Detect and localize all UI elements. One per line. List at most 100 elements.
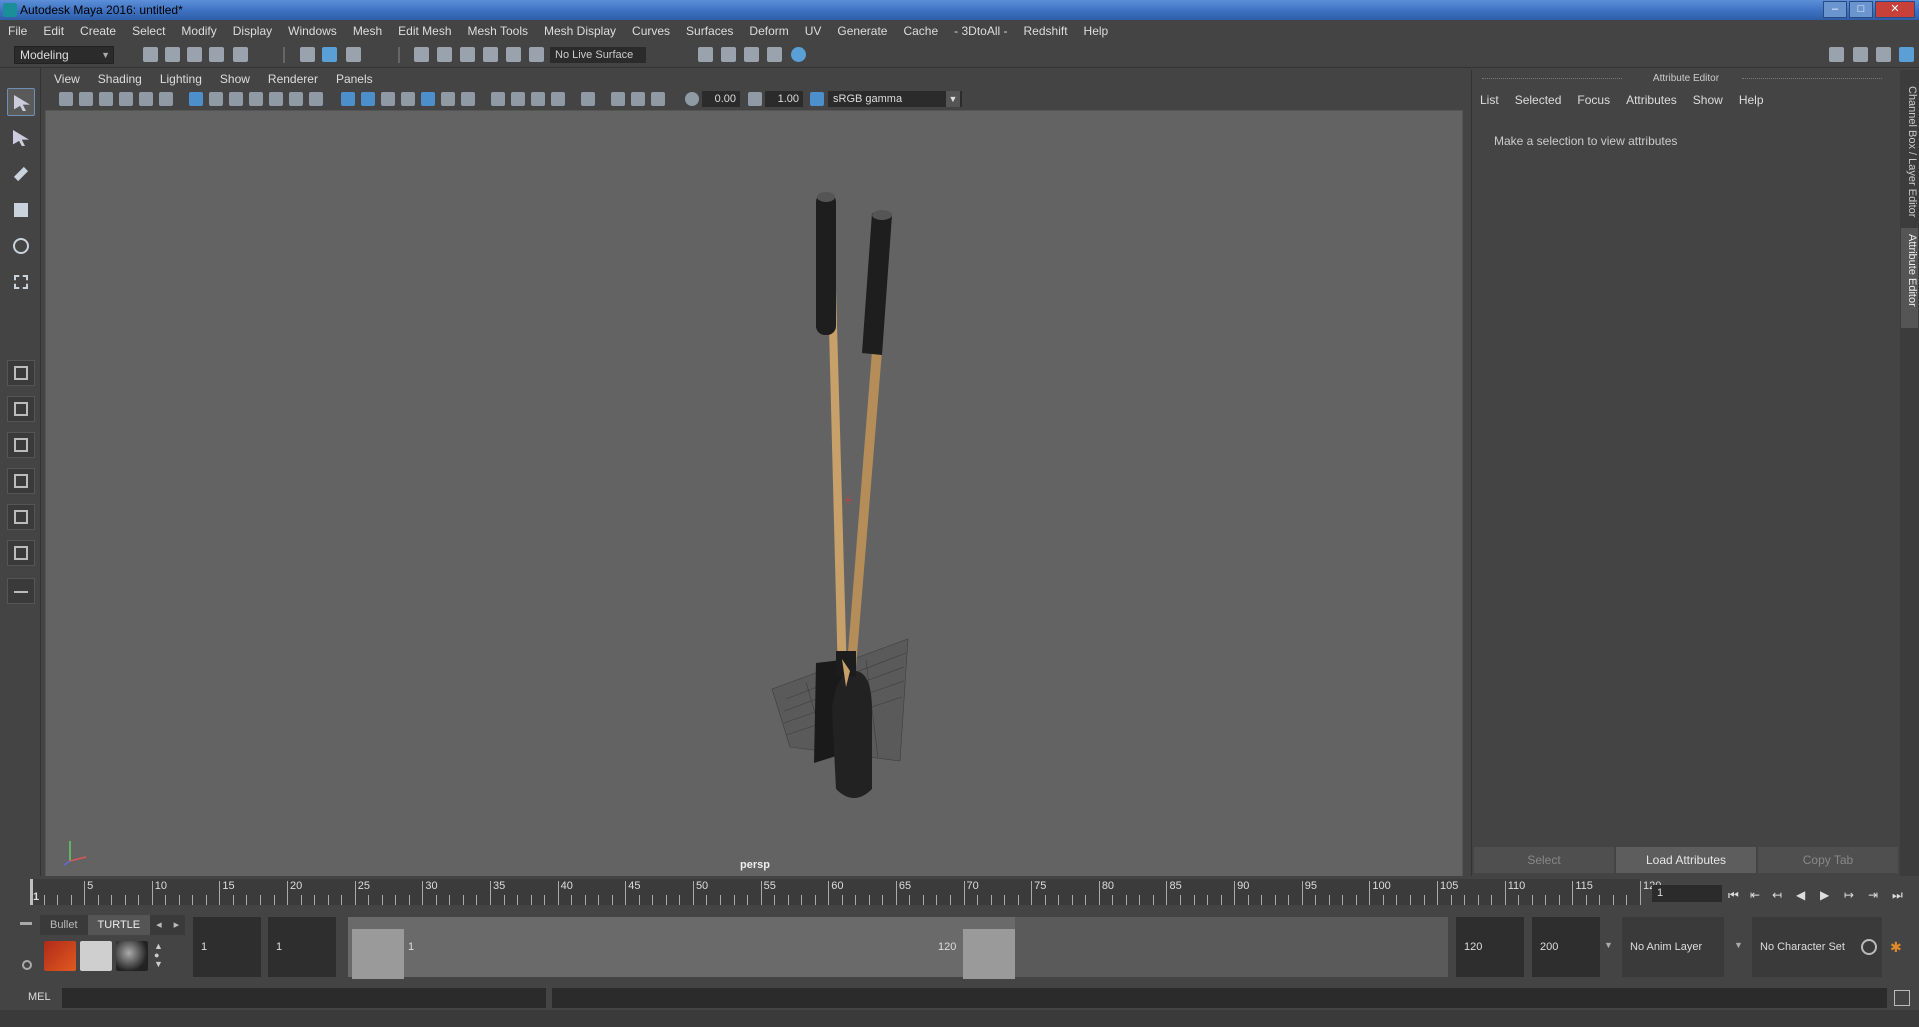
menu-modify[interactable]: Modify	[173, 24, 224, 38]
close-button[interactable]: ✕	[1875, 1, 1915, 18]
tool-settings-icon[interactable]	[1876, 47, 1891, 62]
animation-end-field[interactable]: 200	[1532, 917, 1600, 977]
ipr-render-icon[interactable]	[744, 47, 759, 62]
grid-toggle-icon[interactable]	[189, 92, 203, 106]
new-scene-icon[interactable]	[143, 47, 158, 62]
shelf-tab-bullet[interactable]: Bullet	[40, 915, 88, 935]
smooth-shade-icon[interactable]	[361, 92, 375, 106]
wireframe-icon[interactable]	[341, 92, 355, 106]
panel-menu-panels[interactable]: Panels	[327, 72, 382, 86]
chevron-down-icon[interactable]: ▼	[1734, 940, 1743, 950]
range-slider-bar[interactable]	[348, 917, 1015, 977]
persp-graph-layout-button[interactable]	[7, 468, 35, 494]
panel-menu-renderer[interactable]: Renderer	[259, 72, 327, 86]
range-slider[interactable]: 1 120	[348, 917, 1448, 979]
shelf-prev-icon[interactable]: ◂	[150, 915, 168, 935]
auto-key-icon[interactable]	[1861, 939, 1877, 955]
current-frame-field[interactable]: 1	[1652, 885, 1722, 902]
tab-attribute-editor[interactable]: Attribute Editor	[1901, 228, 1918, 328]
perspective-viewport[interactable]: persp	[45, 110, 1463, 878]
open-scene-icon[interactable]	[165, 47, 180, 62]
panel-menu-shading[interactable]: Shading	[89, 72, 151, 86]
menu-windows[interactable]: Windows	[280, 24, 345, 38]
menu-3dtoall[interactable]: - 3DtoAll -	[946, 24, 1015, 38]
panel-menu-lighting[interactable]: Lighting	[151, 72, 211, 86]
field-chart-icon[interactable]	[269, 92, 283, 106]
image-plane-icon[interactable]	[119, 92, 133, 106]
lasso-tool-button[interactable]	[7, 124, 35, 152]
safe-action-icon[interactable]	[289, 92, 303, 106]
panel-menu-view[interactable]: View	[45, 72, 89, 86]
ae-menu-focus[interactable]: Focus	[1569, 93, 1618, 111]
snap-grid-icon[interactable]	[414, 47, 429, 62]
play-forwards-icon[interactable]: ▶	[1820, 888, 1829, 902]
select-button[interactable]: Select	[1474, 847, 1614, 873]
command-language-label[interactable]: MEL	[28, 991, 51, 1003]
anti-aliasing-icon[interactable]	[551, 92, 565, 106]
ae-menu-list[interactable]: List	[1472, 93, 1507, 111]
step-forward-key-icon[interactable]: ↦	[1844, 888, 1854, 902]
menu-curves[interactable]: Curves	[624, 24, 678, 38]
go-to-end-icon[interactable]: ⏭	[1892, 888, 1903, 903]
resolution-gate-icon[interactable]	[229, 92, 243, 106]
motion-blur-icon[interactable]	[531, 92, 545, 106]
current-time-indicator[interactable]	[30, 879, 33, 905]
turtle-surface-icon[interactable]	[116, 941, 148, 971]
ae-menu-attributes[interactable]: Attributes	[1618, 93, 1685, 111]
camera-select-icon[interactable]	[59, 92, 73, 106]
maximize-button[interactable]: □	[1849, 1, 1873, 18]
menu-redshift[interactable]: Redshift	[1016, 24, 1076, 38]
textured-icon[interactable]	[401, 92, 415, 106]
select-component-icon[interactable]	[346, 47, 361, 62]
minimize-button[interactable]: –	[1823, 1, 1847, 18]
time-slider-track[interactable]: 1 5 10 15 20 25 30 35 40 45 50 55 60 65 70 75 80 85 90 95 10…	[30, 879, 1661, 905]
isolate-select-icon[interactable]	[491, 92, 505, 106]
exposure-field[interactable]: 0.00	[702, 91, 740, 107]
live-surface-field[interactable]: No Live Surface	[550, 47, 646, 63]
menu-cache[interactable]: Cache	[895, 24, 946, 38]
modeling-toolkit-icon[interactable]	[1829, 47, 1844, 62]
single-perspective-layout-button[interactable]	[7, 360, 35, 386]
scale-tool-button[interactable]	[7, 268, 35, 296]
menu-mesh[interactable]: Mesh	[345, 24, 390, 38]
safe-title-icon[interactable]	[309, 92, 323, 106]
anim-layer-dropdown[interactable]: No Anim Layer	[1622, 917, 1724, 977]
render-settings-icon[interactable]	[767, 47, 782, 62]
script-editor-icon[interactable]	[1894, 990, 1910, 1006]
step-forward-frame-icon[interactable]: ⇥	[1868, 888, 1878, 902]
snap-point-icon[interactable]	[460, 47, 475, 62]
hud-icon[interactable]	[581, 92, 595, 106]
shelf-scroll-icon[interactable]: ▲ ● ▼	[154, 942, 164, 970]
two-d-pan-zoom-icon[interactable]	[139, 92, 153, 106]
animation-preferences-icon[interactable]: ✱	[1890, 939, 1906, 955]
step-back-key-icon[interactable]: ↤	[1772, 888, 1782, 902]
ambient-occlusion-icon[interactable]	[511, 92, 525, 106]
turtle-bake-icon[interactable]	[80, 941, 112, 971]
menu-help[interactable]: Help	[1076, 24, 1117, 38]
wireframe-on-shaded-icon[interactable]	[381, 92, 395, 106]
menu-surfaces[interactable]: Surfaces	[678, 24, 741, 38]
shelf-next-icon[interactable]: ▸	[167, 915, 186, 935]
ae-menu-help[interactable]: Help	[1731, 93, 1772, 111]
range-end-handle[interactable]	[963, 929, 1015, 979]
go-to-start-icon[interactable]: ⏮	[1728, 888, 1739, 903]
menu-file[interactable]: File	[0, 24, 35, 38]
menu-edit[interactable]: Edit	[35, 24, 72, 38]
gate-mask-icon[interactable]	[249, 92, 263, 106]
render-current-icon[interactable]	[721, 47, 736, 62]
snap-live-icon[interactable]	[529, 47, 544, 62]
animation-start-field[interactable]: 1	[193, 917, 261, 977]
gamma-field[interactable]: 1.00	[765, 91, 803, 107]
render-view-icon[interactable]	[698, 47, 713, 62]
hypershade-layout-button[interactable]	[7, 504, 35, 530]
four-view-layout-button[interactable]	[7, 396, 35, 422]
menu-select[interactable]: Select	[124, 24, 173, 38]
snap-curve-icon[interactable]	[437, 47, 452, 62]
undo-icon[interactable]	[209, 47, 224, 62]
save-scene-icon[interactable]	[187, 47, 202, 62]
menu-deform[interactable]: Deform	[741, 24, 796, 38]
menu-generate[interactable]: Generate	[829, 24, 895, 38]
playback-end-field[interactable]: 120	[1456, 917, 1524, 977]
shelf-tab-turtle[interactable]: TURTLE	[87, 915, 151, 935]
uv-layout-button[interactable]	[7, 540, 35, 566]
